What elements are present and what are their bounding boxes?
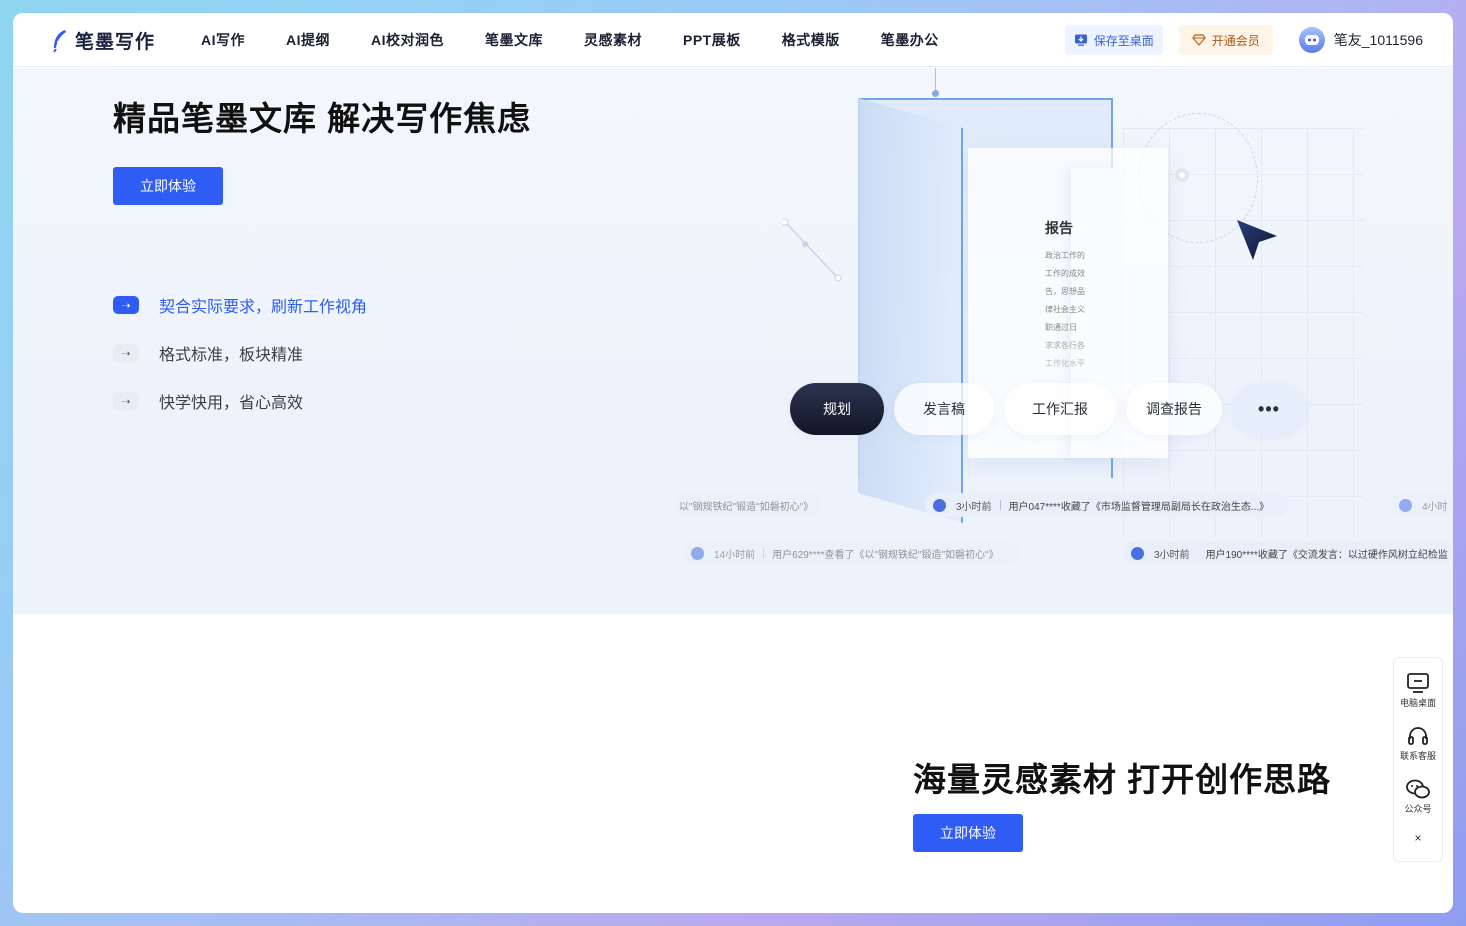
arrow-right-icon: ➝ [113, 344, 139, 362]
headset-icon [1408, 727, 1428, 745]
inspiration-try-now-button[interactable]: 立即体验 [913, 814, 1023, 852]
activity-ticker-item: 4小时 [1391, 493, 1453, 517]
ticker-text: 用户047****收藏了《市场监督管理局副局长在政治生态...》 [1008, 501, 1270, 513]
category-pill-work-report[interactable]: 工作汇报 [1004, 383, 1116, 435]
library-try-now-button[interactable]: 立即体验 [113, 167, 223, 205]
folder-left-panel [858, 98, 963, 524]
feature-text: 格式标准，板块精准 [159, 347, 304, 364]
browser-window: 笔墨写作 AI写作 AI提纲 AI校对润色 笔墨文库 灵感素材 PPT展板 格式… [13, 13, 1453, 913]
arrow-right-icon: ➝ [113, 296, 139, 314]
vip-label: 开通会员 [1211, 33, 1260, 48]
document-line: 政治工作的 [1045, 251, 1085, 260]
ticker-text: 用户629****查看了《以"钢规铁纪"锻造"如磐初心"》 [772, 549, 999, 561]
arrow-right-icon: ➝ [113, 392, 139, 410]
library-hero-title: 精品笔墨文库 解决写作焦虑 [113, 100, 532, 137]
nav-item-ai-proofread[interactable]: AI校对润色 [371, 30, 444, 50]
document-line: 职通过日 [1045, 323, 1077, 332]
activity-ticker-item: 3小时前 用户190****收藏了《交流发言：以过硬作风树立纪检监 [1123, 541, 1453, 565]
desktop-download-icon [1074, 34, 1087, 46]
activity-ticker-item: 以"钢规铁纪"锻造"如磐初心"》 [675, 493, 822, 517]
nav-item-templates[interactable]: 格式模版 [782, 30, 840, 50]
quill-logo-icon [53, 29, 66, 53]
ticker-time: 14小时前 [714, 549, 756, 561]
close-icon[interactable]: × [1414, 831, 1421, 845]
brand-logo[interactable]: 笔墨写作 [51, 27, 155, 54]
header-actions: 保存至桌面 开通会员 笔友_1011596 [1064, 25, 1423, 55]
wechat-icon [1406, 779, 1430, 799]
cursor-arrow-icon [1237, 220, 1277, 260]
pin-dot-decoration [932, 90, 939, 97]
floating-sidebar: 电脑桌面 联系客服 公众号 × [1393, 657, 1443, 862]
user-avatar-icon [1131, 546, 1144, 560]
document-line: 工作的成效 [1045, 269, 1085, 278]
ticker-divider [999, 500, 1001, 510]
category-pill-planning[interactable]: 规划 [790, 383, 884, 435]
desktop-shortcut-label: 电脑桌面 [1399, 698, 1436, 708]
feature-text: 快学快用，省心高效 [159, 395, 304, 412]
feature-item[interactable]: ➝ 契合实际要求，刷新工作视角 [113, 293, 367, 317]
save-to-desktop-label: 保存至桌面 [1093, 33, 1154, 48]
vip-button[interactable]: 开通会员 [1178, 25, 1273, 55]
user-avatar-icon [691, 546, 704, 560]
top-nav: 笔墨写作 AI写作 AI提纲 AI校对润色 笔墨文库 灵感素材 PPT展板 格式… [13, 13, 1453, 67]
activity-ticker-item: 3小时前 用户047****收藏了《市场监督管理局副局长在政治生态...》 [925, 493, 1288, 517]
user-menu[interactable]: 笔友_1011596 [1298, 27, 1423, 53]
category-pill-survey[interactable]: 调查报告 [1126, 383, 1222, 435]
nav-item-library[interactable]: 笔墨文库 [485, 30, 543, 50]
avatar [1298, 27, 1325, 53]
more-categories-button[interactable]: ••• [1232, 383, 1306, 435]
document-line: 律社会主义 [1045, 305, 1085, 314]
ticker-text: 以"钢规铁纪"锻造"如磐初心"》 [679, 501, 814, 513]
dot-decoration [1175, 168, 1189, 182]
brand-name: 笔墨写作 [75, 32, 156, 53]
document-line: 求求各行各 [1045, 341, 1085, 350]
wechat-official-label: 公众号 [1404, 804, 1432, 814]
customer-service-button[interactable]: 联系客服 [1400, 725, 1436, 762]
nav-item-ai-writing[interactable]: AI写作 [201, 30, 245, 50]
customer-service-label: 联系客服 [1399, 751, 1436, 761]
ticker-divider [763, 548, 765, 558]
user-avatar-icon [1399, 498, 1412, 512]
document-line: 工作化水平 [1045, 359, 1085, 368]
nav-item-inspiration[interactable]: 灵感素材 [584, 30, 642, 50]
diamond-icon [1191, 34, 1206, 46]
document-title: 报告 [1045, 220, 1073, 236]
nav-item-office[interactable]: 笔墨办公 [881, 30, 939, 50]
ticker-time: 3小时前 [956, 501, 992, 513]
document-line: 告，思想品 [1045, 287, 1085, 296]
ticker-time: 3小时前 [1154, 549, 1190, 561]
activity-ticker-item: 14小时前 用户629****查看了《以"钢规铁纪"锻造"如磐初心"》 [683, 541, 1019, 565]
category-tabs: 规划 发言稿 工作汇报 调查报告 ••• [790, 383, 1306, 435]
nav-item-ai-outline[interactable]: AI提纲 [286, 30, 330, 50]
save-to-desktop-button[interactable]: 保存至桌面 [1064, 25, 1163, 55]
user-avatar-icon [933, 498, 946, 512]
nav-item-ppt[interactable]: PPT展板 [683, 30, 741, 50]
library-hero-section: 精品笔墨文库 解决写作焦虑 立即体验 ➝ 契合实际要求，刷新工作视角 ➝ 格式标… [13, 68, 1453, 614]
wechat-official-button[interactable]: 公众号 [1404, 778, 1432, 815]
ticker-time: 4小时 [1422, 501, 1448, 513]
username: 笔友_1011596 [1333, 32, 1423, 48]
main-menu: AI写作 AI提纲 AI校对润色 笔墨文库 灵感素材 PPT展板 格式模版 笔墨… [201, 13, 980, 67]
feature-item[interactable]: ➝ 格式标准，板块精准 [113, 341, 303, 365]
line-node-decoration [783, 218, 842, 282]
ticker-text: 用户190****收藏了《交流发言：以过硬作风树立纪检监 [1205, 549, 1448, 561]
desktop-shortcut-button[interactable]: 电脑桌面 [1400, 672, 1436, 709]
inspiration-hero-title: 海量灵感素材 打开创作思路 [913, 761, 1332, 798]
robot-avatar-icon [1304, 35, 1319, 45]
feature-text: 契合实际要求，刷新工作视角 [159, 299, 368, 316]
category-pill-speech[interactable]: 发言稿 [894, 383, 994, 435]
feature-item[interactable]: ➝ 快学快用，省心高效 [113, 389, 303, 413]
monitor-icon [1407, 673, 1429, 693]
